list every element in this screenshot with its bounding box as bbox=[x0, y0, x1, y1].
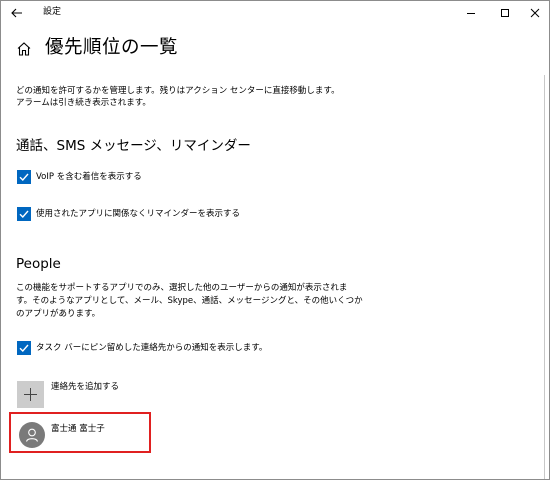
add-contact-button[interactable] bbox=[17, 381, 44, 408]
voip-calls-checkbox[interactable] bbox=[17, 170, 31, 184]
person-icon bbox=[25, 428, 39, 442]
close-icon bbox=[530, 8, 540, 18]
page-title: 優先順位の一覧 bbox=[45, 37, 179, 58]
reminders-checkbox[interactable] bbox=[17, 207, 31, 221]
close-button[interactable] bbox=[525, 3, 545, 23]
checkmark-icon bbox=[19, 173, 29, 182]
maximize-icon bbox=[501, 9, 509, 17]
contact-item[interactable]: 富士通 富士子 bbox=[9, 412, 151, 453]
intro-text-line-1: どの通知を許可するかを管理します。残りはアクション センターに直接移動します。 bbox=[16, 86, 340, 96]
reminders-label: 使用されたアプリに関係なくリマインダーを表示する bbox=[36, 209, 241, 219]
people-desc-line-2: す。そのようなアプリとして、メール、Skype、通話、メッセージングと、その他い… bbox=[16, 296, 363, 306]
people-section-title: People bbox=[16, 256, 61, 272]
scrollbar[interactable] bbox=[544, 75, 545, 479]
calls-section-title: 通話、SMS メッセージ、リマインダー bbox=[16, 138, 251, 154]
people-desc-line-3: のアプリがあります。 bbox=[16, 309, 101, 319]
taskbar-contacts-label: タスク バーにピン留めした連絡先からの通知を表示します。 bbox=[36, 343, 268, 353]
taskbar-contacts-checkbox[interactable] bbox=[17, 341, 31, 355]
settings-window: 設定 優先順位の一覧 どの通知を許可するかを管理します。残りはアクション センタ… bbox=[0, 0, 550, 480]
checkmark-icon bbox=[19, 344, 29, 353]
home-icon bbox=[17, 42, 31, 56]
maximize-button[interactable] bbox=[495, 3, 515, 23]
add-contact-label[interactable]: 連絡先を追加する bbox=[51, 381, 119, 393]
back-button[interactable] bbox=[7, 3, 27, 23]
intro-text-line-2: アラームは引き続き表示されます。 bbox=[16, 98, 151, 108]
voip-calls-label: VoIP を含む着信を表示する bbox=[36, 172, 142, 182]
title-bar: 設定 bbox=[1, 1, 549, 25]
people-desc-line-1: この機能をサポートするアプリでのみ、選択した他のユーザーからの通知が表示されま bbox=[16, 283, 348, 293]
minimize-icon bbox=[467, 13, 475, 14]
window-title: 設定 bbox=[43, 7, 62, 17]
checkmark-icon bbox=[19, 210, 29, 219]
home-button[interactable] bbox=[15, 40, 33, 58]
back-arrow-icon bbox=[11, 8, 22, 18]
avatar bbox=[19, 422, 45, 448]
minimize-button[interactable] bbox=[461, 3, 481, 23]
contact-name: 富士通 富士子 bbox=[51, 424, 105, 434]
plus-icon bbox=[24, 388, 37, 401]
